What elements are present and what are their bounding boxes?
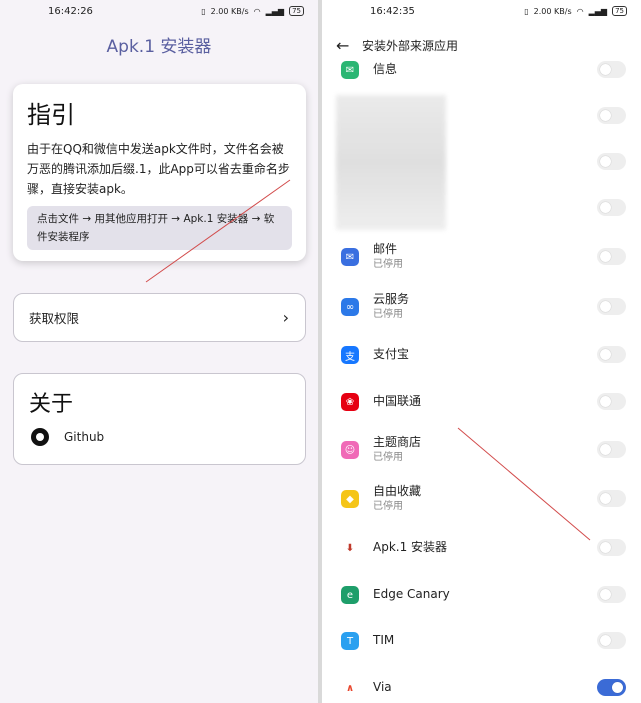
app-row[interactable] [322, 96, 641, 136]
app-text: 邮件 已停用 [373, 242, 403, 271]
app-name: Apk.1 安装器 [373, 540, 448, 554]
app-row[interactable]: ❀ 中国联通 [322, 382, 641, 422]
allow-install-toggle[interactable] [597, 107, 626, 124]
edge-canary-icon: e [341, 586, 359, 604]
allow-install-toggle[interactable] [597, 441, 626, 458]
vibrate-icon: ▯ [524, 6, 529, 16]
github-link[interactable]: Github [29, 428, 290, 446]
about-title: 关于 [29, 392, 74, 417]
status-icons: ▯ 2.00 KB/s ◠ ▂▄▆ 75 [201, 6, 304, 16]
app-row[interactable] [322, 188, 641, 228]
status-time: 16:42:26 [48, 5, 93, 17]
apk-installer-icon: ⬇ [341, 539, 359, 557]
github-icon [31, 428, 49, 446]
app-title: Apk.1 安装器 [106, 37, 212, 57]
cloud-icon: ∞ [341, 298, 359, 316]
app-text: Edge Canary [373, 587, 450, 602]
app-text: 支付宝 [373, 347, 409, 362]
status-icons: ▯ 2.00 KB/s ◠ ▂▄▆ 75 [524, 6, 627, 16]
app-name: TIM [373, 633, 395, 647]
vibrate-icon: ▯ [201, 6, 206, 16]
guide-steps: 点击文件 → 用其他应用打开 → Apk.1 安装器 → 软件安装程序 [27, 206, 292, 250]
app-row[interactable] [322, 142, 641, 182]
app-row[interactable]: ∞ 云服务已停用 [322, 287, 641, 327]
app-row[interactable]: ∧ Via [322, 668, 641, 703]
allow-install-toggle[interactable] [597, 248, 626, 265]
app-name: 邮件 [373, 242, 398, 256]
allow-install-toggle[interactable] [597, 393, 626, 410]
battery-icon: 75 [289, 6, 304, 16]
app-row[interactable]: T TIM [322, 621, 641, 661]
apk-installer-screen: 16:42:26 ▯ 2.00 KB/s ◠ ▂▄▆ 75 Apk.1 安装器 … [0, 0, 318, 703]
app-row[interactable]: ✉ 信息 [322, 50, 641, 90]
theme-store-icon: ☺ [341, 441, 359, 459]
screenshot-root: 16:42:26 ▯ 2.00 KB/s ◠ ▂▄▆ 75 Apk.1 安装器 … [0, 0, 641, 703]
app-name: 主题商店 [373, 435, 422, 449]
app-row[interactable]: ☺ 主题商店已停用 [322, 430, 641, 470]
app-text: Apk.1 安装器 [373, 540, 447, 555]
allow-install-toggle[interactable] [597, 199, 626, 216]
mail-icon: ✉ [341, 248, 359, 266]
via-icon: ∧ [341, 679, 359, 697]
allow-install-toggle[interactable] [597, 153, 626, 170]
allow-install-toggle[interactable] [597, 632, 626, 649]
allow-install-toggle[interactable] [597, 346, 626, 363]
app-text: 主题商店 已停用 [373, 435, 421, 464]
app-status: 已停用 [373, 259, 403, 270]
allow-install-toggle[interactable] [597, 490, 626, 507]
app-text: 自由收藏 已停用 [373, 484, 421, 513]
app-row[interactable]: ◆ 自由收藏已停用 [322, 479, 641, 519]
app-status: 已停用 [373, 501, 403, 512]
net-speed: 2.00 KB/s [533, 6, 572, 16]
app-row[interactable]: ⬇ Apk.1 安装器 [322, 528, 641, 568]
app-text: TIM [373, 633, 394, 648]
app-name: Edge Canary [373, 587, 450, 601]
app-row[interactable]: 支支付宝 [322, 335, 641, 375]
battery-icon: 75 [612, 6, 627, 16]
permission-label: 获取权限 [29, 311, 80, 326]
guide-description: 由于在QQ和微信中发送apk文件时，文件名会被万恶的腾讯添加后缀.1，此App可… [27, 142, 290, 196]
wifi-icon: ◠ [576, 6, 584, 16]
signal-icon: ▂▄▆ [265, 6, 285, 16]
allow-install-toggle[interactable] [597, 586, 626, 603]
app-status: 已停用 [373, 452, 403, 463]
app-text: 信息 [373, 62, 397, 77]
allow-install-toggle[interactable] [597, 539, 626, 556]
signal-icon: ▂▄▆ [588, 6, 608, 16]
app-status: 已停用 [373, 309, 403, 320]
wifi-icon: ◠ [253, 6, 261, 16]
allow-install-toggle[interactable] [597, 61, 626, 78]
status-bar: 16:42:35 ▯ 2.00 KB/s ◠ ▂▄▆ 75 [322, 0, 641, 22]
get-permission-button[interactable]: 获取权限 › [13, 293, 306, 342]
app-name: 支付宝 [373, 347, 410, 361]
app-row[interactable]: ✉ 邮件已停用 [322, 237, 641, 277]
about-card: 关于 Github [13, 373, 306, 465]
app-name: Via [373, 680, 392, 694]
app-text: Via [373, 680, 392, 695]
bookmark-icon: ◆ [341, 490, 359, 508]
allow-install-toggle[interactable] [597, 679, 626, 696]
chevron-right-icon: › [282, 308, 289, 327]
external-source-apps-screen: 16:42:35 ▯ 2.00 KB/s ◠ ▂▄▆ 75 ← 安装外部来源应用… [322, 0, 641, 703]
app-text: 中国联通 [373, 394, 421, 409]
china-unicom-icon: ❀ [341, 393, 359, 411]
app-name: 中国联通 [373, 394, 422, 408]
app-row[interactable]: e Edge Canary [322, 575, 641, 615]
allow-install-toggle[interactable] [597, 298, 626, 315]
github-label: Github [64, 430, 105, 444]
app-name: 自由收藏 [373, 484, 422, 498]
tim-icon: T [341, 632, 359, 650]
guide-card: 指引 由于在QQ和微信中发送apk文件时，文件名会被万恶的腾讯添加后缀.1，此A… [13, 84, 306, 261]
status-time: 16:42:35 [370, 5, 415, 17]
app-name: 信息 [373, 62, 398, 76]
app-text: 云服务 已停用 [373, 292, 409, 321]
status-bar: 16:42:26 ▯ 2.00 KB/s ◠ ▂▄▆ 75 [0, 0, 318, 22]
app-name: 云服务 [373, 292, 410, 306]
net-speed: 2.00 KB/s [210, 6, 249, 16]
message-icon: ✉ [341, 61, 359, 79]
alipay-icon: 支 [341, 346, 359, 364]
guide-title: 指引 [27, 101, 75, 129]
